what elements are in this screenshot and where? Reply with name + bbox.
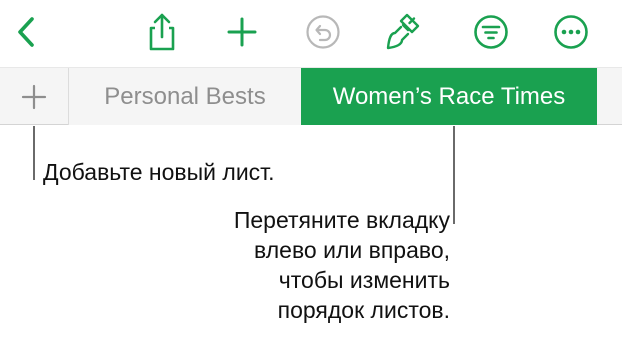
add-sheet-callout: Добавьте новый лист.: [43, 159, 275, 185]
reorder-callout-line-3: чтобы изменить: [278, 267, 450, 293]
format-brush-icon[interactable]: [383, 12, 423, 52]
tab-label: Women’s Race Times: [332, 82, 566, 110]
sheet-tab-bar: + Personal Bests Women’s Race Times: [0, 67, 622, 125]
toolbar: [0, 0, 622, 67]
plus-icon: +: [21, 84, 47, 109]
reorder-callout: Перетяните вкладку влево или вправо, что…: [150, 205, 450, 325]
add-icon[interactable]: [222, 12, 262, 52]
add-sheet-button[interactable]: +: [0, 68, 69, 125]
share-icon[interactable]: [142, 12, 182, 52]
back-icon[interactable]: [6, 12, 46, 52]
tab-womens-race-times[interactable]: Women’s Race Times: [301, 68, 597, 125]
reorder-callout-line-4: порядок листов.: [277, 297, 450, 323]
tab-personal-bests[interactable]: Personal Bests: [69, 68, 301, 125]
reorder-callout-line: [453, 126, 455, 224]
organize-icon[interactable]: [471, 12, 511, 52]
add-sheet-callout-line: [33, 126, 35, 180]
undo-icon: [303, 12, 343, 52]
reorder-callout-line-2: влево или вправо,: [254, 237, 450, 263]
reorder-callout-line-1: Перетяните вкладку: [233, 207, 450, 233]
tab-label: Personal Bests: [104, 82, 266, 110]
more-icon[interactable]: [551, 12, 591, 52]
